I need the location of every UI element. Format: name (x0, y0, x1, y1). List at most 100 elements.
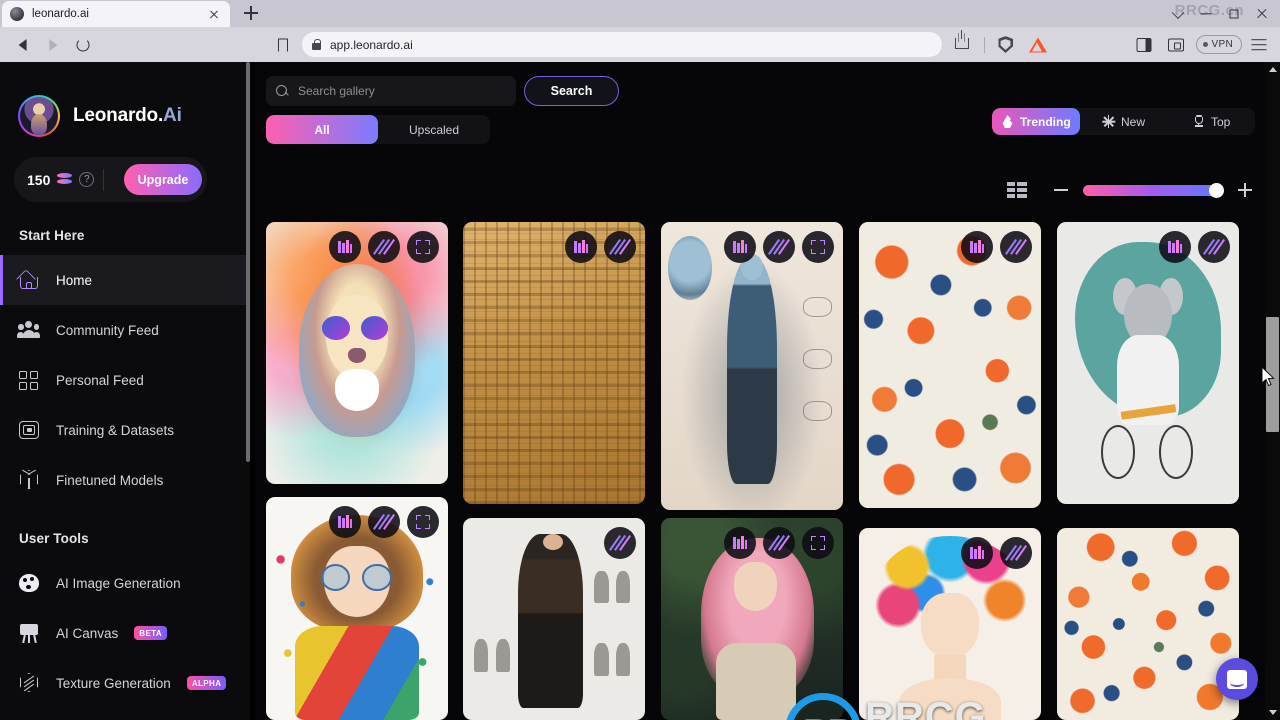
expand-icon[interactable] (407, 506, 439, 538)
credits-bar: 150 ? Upgrade (14, 157, 207, 202)
upscale-icon[interactable] (724, 231, 756, 263)
card-actions (604, 527, 636, 559)
browser-navigation-bar: app.leonardo.ai VPN (0, 27, 1280, 62)
brave-shield-icon[interactable] (991, 30, 1021, 60)
sort-tabs: Trending New Top (992, 108, 1255, 135)
share-icon[interactable] (948, 30, 978, 60)
plus-icon[interactable] (1235, 180, 1255, 200)
variations-icon[interactable] (1000, 537, 1032, 569)
gallery-card-floral-2[interactable] (1057, 528, 1239, 720)
upscale-icon[interactable] (961, 231, 993, 263)
search-input[interactable] (298, 84, 506, 98)
sidebar-item-home[interactable]: Home (0, 255, 250, 305)
badge-beta: BETA (134, 626, 168, 640)
sidebar-item-finetuned-models[interactable]: Finetuned Models (0, 455, 250, 505)
maximize-icon[interactable] (1220, 2, 1248, 26)
variations-icon[interactable] (604, 231, 636, 263)
hamburger-menu-icon[interactable] (1244, 30, 1274, 60)
scroll-down-arrow-icon[interactable] (1265, 705, 1280, 720)
variations-icon[interactable] (368, 506, 400, 538)
reload-icon[interactable] (68, 30, 98, 60)
variations-icon[interactable] (604, 527, 636, 559)
new-tab-button[interactable] (240, 2, 262, 24)
gallery-card-girl-glasses[interactable] (266, 497, 448, 720)
search-field-wrapper[interactable] (266, 76, 516, 106)
sidebar-item-texture-generation[interactable]: Texture Generation ALPHA (0, 658, 250, 708)
gallery-panel: Search All Upscaled Trending New (255, 62, 1265, 720)
upscale-icon[interactable] (1159, 231, 1191, 263)
upgrade-button[interactable]: Upgrade (124, 164, 202, 195)
back-arrow-icon[interactable] (8, 30, 38, 60)
easel-icon (18, 622, 40, 644)
vpn-label: VPN (1211, 39, 1233, 50)
question-mark-icon[interactable]: ? (79, 172, 95, 187)
window-controls (1164, 0, 1276, 27)
chat-bubble-icon[interactable] (1216, 658, 1258, 700)
variations-icon[interactable] (1000, 231, 1032, 263)
minus-icon[interactable] (1051, 180, 1071, 200)
zoom-slider[interactable] (1083, 183, 1224, 198)
gallery-card-pink-elf[interactable] (661, 518, 843, 720)
close-window-icon[interactable] (1248, 2, 1276, 26)
scroll-up-arrow-icon[interactable] (1265, 62, 1280, 77)
gallery-card-character-sheet[interactable] (463, 518, 645, 720)
sidebar-item-community-feed[interactable]: Community Feed (0, 305, 250, 355)
gallery-card-floral-1[interactable] (859, 222, 1041, 508)
upscale-icon[interactable] (565, 231, 597, 263)
tab-title: leonardo.ai (32, 8, 89, 20)
tab-top[interactable]: Top (1167, 108, 1255, 135)
tab-trending[interactable]: Trending (992, 108, 1080, 135)
vpn-button[interactable]: VPN (1195, 35, 1242, 54)
sidebar-item-ai-canvas[interactable]: AI Canvas BETA (0, 608, 250, 658)
artwork-warrior (661, 222, 843, 510)
search-button[interactable]: Search (524, 76, 619, 106)
sidebar-item-personal-feed[interactable]: Personal Feed (0, 355, 250, 405)
variations-icon[interactable] (368, 231, 400, 263)
upscale-icon[interactable] (961, 537, 993, 569)
gallery-card-koala[interactable] (1057, 222, 1239, 504)
brand[interactable]: Leonardo.Ai (0, 62, 250, 137)
tab-new[interactable]: New (1080, 108, 1168, 135)
trophy-icon (1192, 115, 1205, 128)
gallery-card-hieroglyphs[interactable] (463, 222, 645, 504)
brave-rewards-triangle-icon[interactable] (1023, 30, 1053, 60)
zoom-slider-knob[interactable] (1209, 183, 1224, 198)
variations-icon[interactable] (763, 527, 795, 559)
side-panel-icon[interactable] (1129, 30, 1159, 60)
credits-divider (103, 168, 105, 191)
upscale-icon[interactable] (329, 506, 361, 538)
tab-new-label: New (1121, 114, 1146, 129)
bookmark-icon[interactable] (268, 30, 298, 60)
minimize-icon[interactable] (1192, 2, 1220, 26)
variations-icon[interactable] (763, 231, 795, 263)
upscale-icon[interactable] (329, 231, 361, 263)
tab-all[interactable]: All (266, 115, 378, 144)
variations-icon[interactable] (1198, 231, 1230, 263)
gallery-card-lion[interactable] (266, 222, 448, 484)
expand-icon[interactable] (407, 231, 439, 263)
sidebar-item-ai-image-generation[interactable]: AI Image Generation (0, 558, 250, 608)
close-tab-icon[interactable] (206, 6, 222, 22)
sidebar-item-label: AI Image Generation (56, 575, 181, 591)
layout-grid-icon[interactable] (1007, 182, 1027, 198)
tab-upscaled[interactable]: Upscaled (378, 115, 490, 144)
gallery-card-warrior[interactable] (661, 222, 843, 510)
upscale-icon[interactable] (724, 527, 756, 559)
wallet-icon[interactable] (1161, 30, 1191, 60)
url-bar[interactable]: app.leonardo.ai (302, 32, 942, 57)
chevron-down-icon[interactable] (1164, 2, 1192, 26)
expand-icon[interactable] (802, 231, 834, 263)
page-scrollbar[interactable] (1265, 62, 1280, 720)
scroll-thumb[interactable] (1266, 317, 1279, 432)
sidebar-item-training-datasets[interactable]: Training & Datasets (0, 405, 250, 455)
grid-icon (18, 369, 40, 391)
gallery-card-rainbow-hair[interactable] (859, 528, 1041, 720)
forward-arrow-icon[interactable] (38, 30, 68, 60)
token-coin-icon (57, 173, 73, 186)
browser-tab[interactable]: leonardo.ai (2, 1, 230, 27)
sidebar-item-label: Texture Generation (56, 675, 171, 691)
sidebar-item-label: Personal Feed (56, 372, 144, 388)
texture-cube-icon (18, 672, 40, 694)
brand-name: Leonardo.Ai (73, 105, 182, 127)
expand-icon[interactable] (802, 527, 834, 559)
